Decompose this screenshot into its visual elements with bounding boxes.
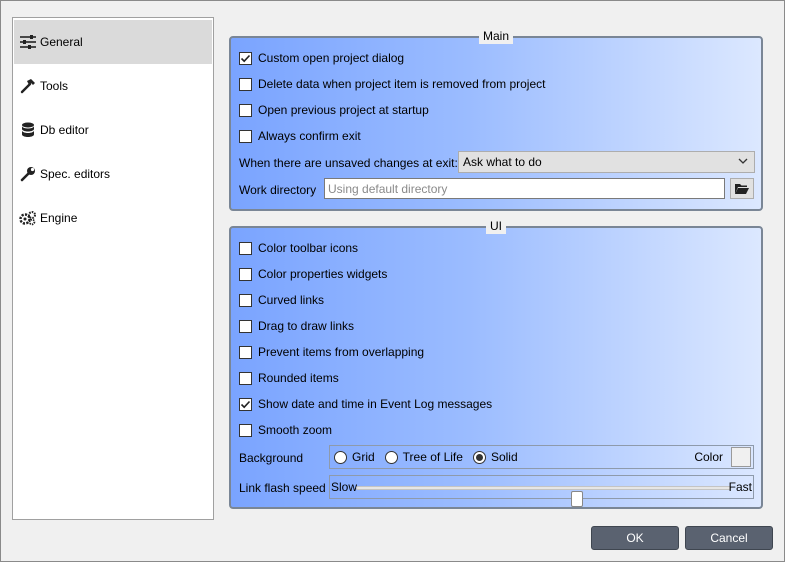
checkbox-box[interactable] — [239, 51, 252, 65]
checkbox-box[interactable] — [239, 103, 252, 117]
unsaved-changes-select[interactable]: Ask what to do — [458, 151, 755, 173]
sidebar-item-spec-editors[interactable]: Spec. editors — [14, 152, 212, 196]
checkbox-box[interactable] — [239, 319, 252, 333]
color-label: Color — [694, 450, 723, 464]
background-solid-radio[interactable]: Solid — [472, 450, 518, 464]
cogs-icon — [18, 208, 38, 228]
radio-button[interactable] — [384, 450, 398, 464]
sidebar-item-general[interactable]: General — [14, 20, 212, 64]
smooth-zoom-checkbox[interactable]: Smooth zoom — [239, 421, 332, 439]
checkbox-label: Open previous project at startup — [258, 103, 429, 117]
link-flash-speed-track[interactable] — [356, 486, 731, 507]
show-date-time-checkbox[interactable]: Show date and time in Event Log messages — [239, 395, 492, 413]
checkbox-box[interactable] — [239, 345, 252, 359]
radio-selected-dot — [475, 453, 483, 461]
checkbox-label: Curved links — [258, 293, 325, 307]
ok-button[interactable]: OK — [591, 526, 679, 550]
sidebar-item-label: Spec. editors — [40, 167, 111, 181]
drag-to-draw-links-checkbox[interactable]: Drag to draw links — [239, 317, 354, 335]
sidebar-item-label: Db editor — [40, 123, 89, 137]
cancel-button[interactable]: Cancel — [685, 526, 773, 550]
link-flash-speed-label: Link flash speed — [239, 479, 326, 497]
link-flash-speed-text: Link flash speed — [239, 481, 326, 495]
checkbox-box[interactable] — [239, 129, 252, 143]
checkbox-label: Show date and time in Event Log messages — [258, 397, 493, 411]
link-flash-speed-control: Slow Fast — [329, 475, 754, 507]
sidebar-item-label: Tools — [40, 79, 69, 93]
checkbox-label: Color properties widgets — [258, 267, 388, 281]
checkbox-label: Smooth zoom — [258, 423, 333, 437]
background-color-button[interactable] — [731, 447, 751, 467]
checkbox-box[interactable] — [239, 241, 252, 255]
radio-label: Grid — [352, 450, 375, 464]
color-properties-widgets-checkbox[interactable]: Color properties widgets — [239, 265, 387, 283]
checkbox-label: Always confirm exit — [258, 129, 361, 143]
custom-open-dialog-checkbox[interactable]: Custom open project dialog — [239, 49, 404, 67]
checkbox-box[interactable] — [239, 293, 252, 307]
background-grid-radio[interactable]: Grid — [334, 450, 375, 464]
radio-button[interactable] — [334, 450, 347, 464]
checkbox-label: Custom open project dialog — [258, 51, 405, 65]
database-icon — [18, 120, 38, 140]
slow-label: Slow — [331, 480, 358, 494]
checkbox-box[interactable] — [239, 397, 252, 411]
hammer-icon — [18, 76, 38, 96]
ui-group-title: UI — [486, 218, 506, 234]
checkbox-label: Drag to draw links — [258, 319, 355, 333]
link-flash-speed-handle[interactable] — [571, 491, 584, 507]
wrench-icon — [18, 164, 38, 184]
checkbox-label: Rounded items — [258, 371, 339, 385]
browse-folder-button[interactable] — [730, 178, 754, 199]
radio-label: Solid — [490, 450, 518, 464]
always-confirm-exit-checkbox[interactable]: Always confirm exit — [239, 127, 361, 145]
work-directory-label: Work directory — [239, 181, 316, 199]
checkbox-box[interactable] — [239, 77, 252, 91]
rounded-items-checkbox[interactable]: Rounded items — [239, 369, 339, 387]
unsaved-changes-value: Ask what to do — [463, 155, 542, 169]
unsaved-changes-label: When there are unsaved changes at exit: — [239, 154, 458, 172]
sidebar-item-engine[interactable]: Engine — [14, 196, 212, 240]
delete-data-checkbox[interactable]: Delete data when project item is removed… — [239, 75, 545, 93]
curved-links-checkbox[interactable]: Curved links — [239, 291, 324, 309]
work-directory-text: Work directory — [239, 183, 317, 197]
checkbox-label: Delete data when project item is removed… — [258, 77, 546, 91]
sidebar-item-label: General — [40, 35, 83, 49]
background-label: Background — [239, 449, 303, 467]
radio-button[interactable] — [472, 450, 486, 464]
ui-group-box: UI Color toolbar icons Color properties … — [229, 218, 763, 509]
checkbox-box[interactable] — [239, 423, 252, 437]
sidebar-item-tools[interactable]: Tools — [14, 64, 212, 108]
main-group-box: Main Custom open project dialog Delete d… — [229, 28, 763, 211]
fast-label: Fast — [728, 480, 752, 494]
open-previous-project-checkbox[interactable]: Open previous project at startup — [239, 101, 429, 119]
radio-label: Tree of Life — [402, 450, 463, 464]
sidebar-item-label: Engine — [40, 211, 78, 225]
chevron-down-icon — [738, 158, 748, 164]
background-text: Background — [239, 451, 304, 465]
prevent-overlapping-checkbox[interactable]: Prevent items from overlapping — [239, 343, 424, 361]
checkbox-box[interactable] — [239, 267, 252, 281]
settings-sidebar: General Tools Db editor Spec. editors En… — [12, 17, 214, 520]
sidebar-item-db-editor[interactable]: Db editor — [14, 108, 212, 152]
color-toolbar-icons-checkbox[interactable]: Color toolbar icons — [239, 239, 358, 257]
sliders-icon — [18, 32, 38, 52]
folder-open-icon — [735, 184, 749, 194]
checkbox-box[interactable] — [239, 371, 252, 385]
main-group-title: Main — [478, 28, 514, 44]
checkbox-label: Color toolbar icons — [258, 241, 359, 255]
background-options: Grid Tree of Life Solid Color — [329, 445, 754, 469]
unsaved-changes-text: When there are unsaved changes at exit: — [239, 156, 458, 170]
background-tree-of-life-radio[interactable]: Tree of Life — [384, 450, 463, 464]
work-directory-input[interactable] — [324, 178, 725, 199]
checkbox-label: Prevent items from overlapping — [258, 345, 425, 359]
